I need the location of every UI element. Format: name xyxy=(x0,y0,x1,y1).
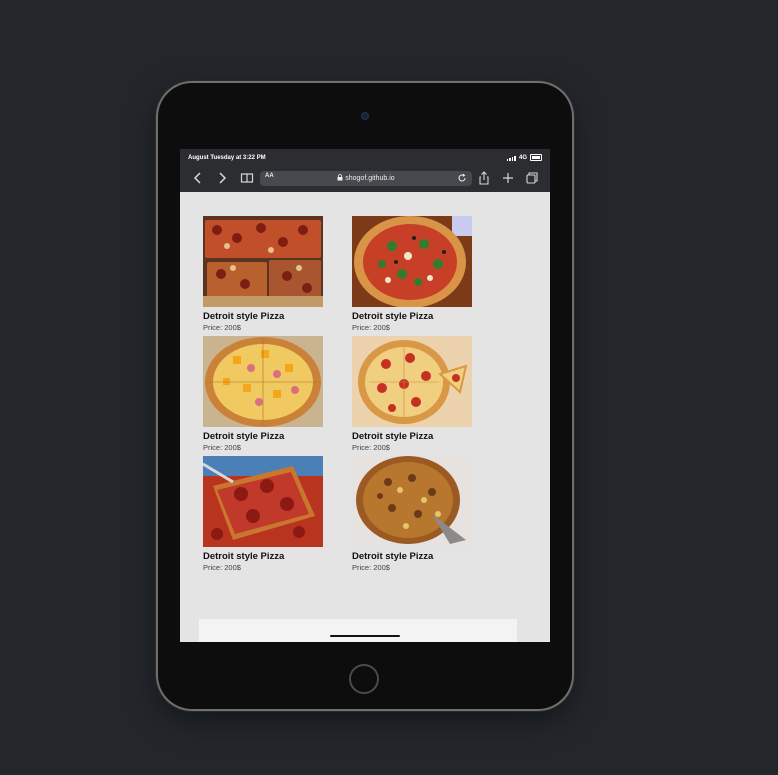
back-icon[interactable] xyxy=(193,171,203,189)
home-indicator xyxy=(330,635,400,637)
product-price: Price: 200$ xyxy=(352,443,390,452)
product-card[interactable]: Detroit style Pizza Price: 200$ xyxy=(203,456,323,573)
pizza-image[interactable] xyxy=(352,336,472,427)
share-icon[interactable] xyxy=(478,171,490,189)
front-camera xyxy=(361,112,369,120)
reload-icon[interactable] xyxy=(457,171,467,188)
product-price: Price: 200$ xyxy=(352,563,390,572)
product-card[interactable]: Detroit style Pizza Price: 200$ xyxy=(352,456,472,573)
product-price: Price: 200$ xyxy=(203,563,241,572)
pizza-image[interactable] xyxy=(203,336,323,427)
url-text: shogof.github.io xyxy=(260,174,472,182)
tablet-screen: August Tuesday at 3:22 PM 4G AA shogof.g… xyxy=(180,149,550,642)
product-title[interactable]: Detroit style Pizza xyxy=(203,551,323,562)
product-price: Price: 200$ xyxy=(203,323,241,332)
product-card[interactable]: Detroit style Pizza Price: 200$ xyxy=(203,216,323,333)
browser-toolbar: AA shogof.github.io xyxy=(180,167,550,192)
status-indicators: 4G xyxy=(506,154,542,161)
product-card[interactable]: Detroit style Pizza Price: 200$ xyxy=(352,216,472,333)
pizza-image[interactable] xyxy=(352,456,472,547)
status-time: August Tuesday at 3:22 PM xyxy=(188,155,266,161)
page-footer xyxy=(199,619,517,642)
address-bar[interactable]: AA shogof.github.io xyxy=(260,171,472,186)
forward-icon[interactable] xyxy=(217,171,227,189)
url-label: shogof.github.io xyxy=(345,175,395,182)
plus-icon[interactable] xyxy=(502,171,514,189)
signal-icon xyxy=(506,155,516,161)
product-price: Price: 200$ xyxy=(352,323,390,332)
product-price: Price: 200$ xyxy=(203,443,241,452)
product-title[interactable]: Detroit style Pizza xyxy=(352,431,472,442)
pizza-image[interactable] xyxy=(203,456,323,547)
tablet-device: August Tuesday at 3:22 PM 4G AA shogof.g… xyxy=(158,83,572,709)
book-icon[interactable] xyxy=(240,171,254,189)
page-content: Detroit style Pizza Price: 200$ Detroit … xyxy=(180,192,550,642)
battery-icon xyxy=(530,154,542,161)
pizza-image[interactable] xyxy=(203,216,323,307)
product-card[interactable]: Detroit style Pizza Price: 200$ xyxy=(352,336,472,453)
lock-icon xyxy=(337,174,343,181)
product-title[interactable]: Detroit style Pizza xyxy=(352,551,472,562)
pizza-image[interactable] xyxy=(352,216,472,307)
product-title[interactable]: Detroit style Pizza xyxy=(352,311,472,322)
status-bar: August Tuesday at 3:22 PM 4G xyxy=(180,149,550,167)
product-card[interactable]: Detroit style Pizza Price: 200$ xyxy=(203,336,323,453)
product-title[interactable]: Detroit style Pizza xyxy=(203,431,323,442)
network-label: 4G xyxy=(518,154,527,161)
tabs-icon[interactable] xyxy=(526,171,538,189)
product-title[interactable]: Detroit style Pizza xyxy=(203,311,323,322)
home-button[interactable] xyxy=(349,664,379,694)
